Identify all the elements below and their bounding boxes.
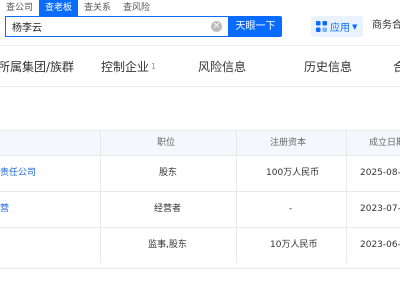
- app-menu-button[interactable]: 应用 ▼: [311, 16, 363, 37]
- table-row: 监事,股东 10万人民币 2023-06-: [0, 227, 400, 263]
- search-type-tabs: 查公司 查老板 查关系 查风险: [0, 0, 156, 16]
- search-button[interactable]: 天眼一下: [229, 16, 282, 37]
- column-divider: [100, 192, 101, 227]
- tab-history-info[interactable]: 历史信息: [304, 59, 352, 75]
- table-header-row: 职位 注册资本 成立日期: [0, 130, 400, 155]
- tab-count: 1: [151, 62, 157, 71]
- tab-controlled-companies[interactable]: 控制企业 1: [101, 59, 156, 75]
- search-input[interactable]: [12, 18, 202, 35]
- related-companies-table: 职位 注册资本 成立日期 责任公司 股东 100万人民币 2025-08- 营 …: [0, 130, 400, 263]
- search-box: ×: [5, 16, 229, 37]
- tab-group[interactable]: 所属集团/族群: [0, 59, 74, 75]
- table-bottom-border: [0, 268, 400, 269]
- tab-more[interactable]: 合: [393, 59, 400, 75]
- column-divider: [236, 156, 237, 191]
- tab-search-company[interactable]: 查公司: [0, 0, 39, 16]
- tab-search-boss[interactable]: 查老板: [39, 0, 79, 16]
- company-name-link[interactable]: 责任公司: [0, 156, 36, 191]
- close-circle-icon[interactable]: ×: [211, 21, 222, 32]
- capital-cell: -: [289, 204, 293, 214]
- date-cell: 2023-06-: [360, 240, 400, 250]
- date-cell: 2023-07-: [360, 204, 400, 214]
- capital-cell: 10万人民币: [270, 240, 318, 250]
- column-divider: [346, 192, 347, 227]
- position-cell: 股东: [159, 168, 178, 178]
- column-divider: [100, 228, 101, 263]
- column-divider: [100, 156, 101, 191]
- tab-search-risk[interactable]: 查风险: [117, 0, 156, 16]
- app-grid-icon: [316, 21, 327, 32]
- tab-label: 历史信息: [304, 60, 353, 74]
- column-divider: [100, 131, 101, 155]
- column-header-position: 职位: [157, 138, 176, 148]
- table-row: 营 经营者 - 2023-07-: [0, 191, 400, 227]
- tab-label: 合: [393, 60, 400, 74]
- chevron-down-icon: ▼: [352, 22, 358, 31]
- position-cell: 经营者: [154, 204, 182, 214]
- top-header: 查公司 查老板 查关系 查风险 × 天眼一下 应用 ▼ 商务合: [0, 0, 400, 45]
- column-divider: [346, 228, 347, 263]
- tab-search-relation[interactable]: 查关系: [78, 0, 117, 16]
- column-divider: [346, 156, 347, 191]
- column-header-date: 成立日期: [369, 138, 400, 148]
- column-divider: [236, 192, 237, 227]
- company-name-link[interactable]: 营: [0, 192, 9, 227]
- section-spacer: [0, 88, 400, 130]
- tab-label: 控制企业: [101, 60, 150, 74]
- tab-risk-info[interactable]: 风险信息: [198, 59, 246, 75]
- tab-label: 风险信息: [198, 60, 247, 74]
- position-cell: 监事,股东: [148, 240, 187, 250]
- detail-nav-tabs: 所属集团/族群 控制企业 1 风险信息 历史信息 合: [0, 45, 400, 87]
- app-menu-label: 应用: [330, 23, 350, 34]
- business-cooperation-link[interactable]: 商务合: [372, 18, 400, 34]
- column-divider: [236, 131, 237, 155]
- column-header-capital: 注册资本: [270, 138, 307, 148]
- capital-cell: 100万人民币: [266, 168, 320, 178]
- date-cell: 2025-08-: [360, 168, 400, 178]
- tab-label: 所属集团/族群: [0, 60, 75, 74]
- table-row: 责任公司 股东 100万人民币 2025-08-: [0, 155, 400, 191]
- column-divider: [236, 228, 237, 263]
- column-divider: [346, 131, 347, 155]
